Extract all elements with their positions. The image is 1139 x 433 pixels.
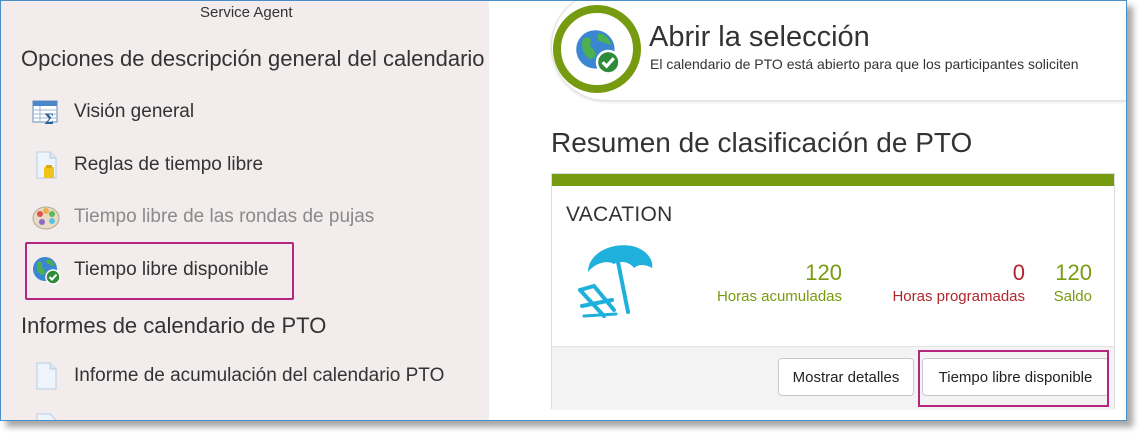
document-rules-icon <box>31 150 61 180</box>
stat-accrued-hours: 120 Horas acumuladas <box>717 260 842 306</box>
summary-title: Resumen de clasificación de PTO <box>551 127 973 158</box>
nav-item-label: Tiempo libre de las rondas de pujas <box>74 206 375 227</box>
svg-text:Σ: Σ <box>44 112 54 127</box>
nav-item-label: Informe de acumulación del calendario PT… <box>74 365 445 386</box>
nav-item-available-time-off[interactable]: Tiempo libre disponible <box>31 252 269 288</box>
stat-value: 120 <box>1055 260 1092 285</box>
nav-item-time-off-rules[interactable]: Reglas de tiempo libre <box>31 147 263 183</box>
nav-item-next-report[interactable] <box>31 409 74 420</box>
stat-value: 120 <box>805 260 842 285</box>
palette-icon <box>31 202 61 232</box>
nav-item-overview[interactable]: Σ Visión general <box>31 94 194 130</box>
reports-section-title: Informes de calendario de PTO <box>21 313 327 338</box>
left-panel: Service Agent Opciones de descripción ge… <box>1 1 489 420</box>
nav-item-accrual-report[interactable]: Informe de acumulación del calendario PT… <box>31 358 444 394</box>
pto-code: VACATION <box>566 203 673 226</box>
stat-value: 0 <box>1012 260 1025 285</box>
right-panel: Abrir la selección El calendario de PTO … <box>489 1 1126 420</box>
overview-section-title: Opciones de descripción general del cale… <box>21 46 485 71</box>
selection-subtitle: El calendario de PTO está abierto para q… <box>650 56 1079 72</box>
available-time-off-button[interactable]: Tiempo libre disponible <box>922 358 1109 396</box>
window-frame: Service Agent Opciones de descripción ge… <box>0 0 1127 421</box>
nav-item-bid-rounds[interactable]: Tiempo libre de las rondas de pujas <box>31 199 374 235</box>
beach-chair-umbrella-icon <box>574 238 658 318</box>
stat-label: Saldo <box>1053 288 1092 305</box>
nav-item-label: Visión general <box>74 101 195 122</box>
selection-title: Abrir la selección <box>649 21 870 53</box>
service-agent-label: Service Agent <box>200 4 293 21</box>
stat-balance: 120 Saldo <box>1054 260 1092 306</box>
card-accent-bar <box>552 174 1114 186</box>
nav-item-label: Reglas de tiempo libre <box>74 154 264 175</box>
card-footer: Mostrar detalles Tiempo libre disponible <box>552 346 1114 410</box>
nav-item-label: Tiempo libre disponible <box>74 259 269 280</box>
stat-label: Horas programadas <box>892 288 1025 305</box>
table-summary-icon: Σ <box>31 97 61 128</box>
document-icon <box>31 412 61 420</box>
stat-scheduled-hours: 0 Horas programadas <box>892 260 1025 306</box>
globe-check-icon <box>573 27 621 75</box>
show-details-button[interactable]: Mostrar detalles <box>778 358 914 396</box>
globe-check-icon <box>31 255 61 285</box>
pto-card-vacation: VACATION 120 Horas acumuladas 0 Horas pr… <box>551 173 1115 410</box>
document-icon <box>31 361 61 391</box>
stat-label: Horas acumuladas <box>716 288 842 305</box>
